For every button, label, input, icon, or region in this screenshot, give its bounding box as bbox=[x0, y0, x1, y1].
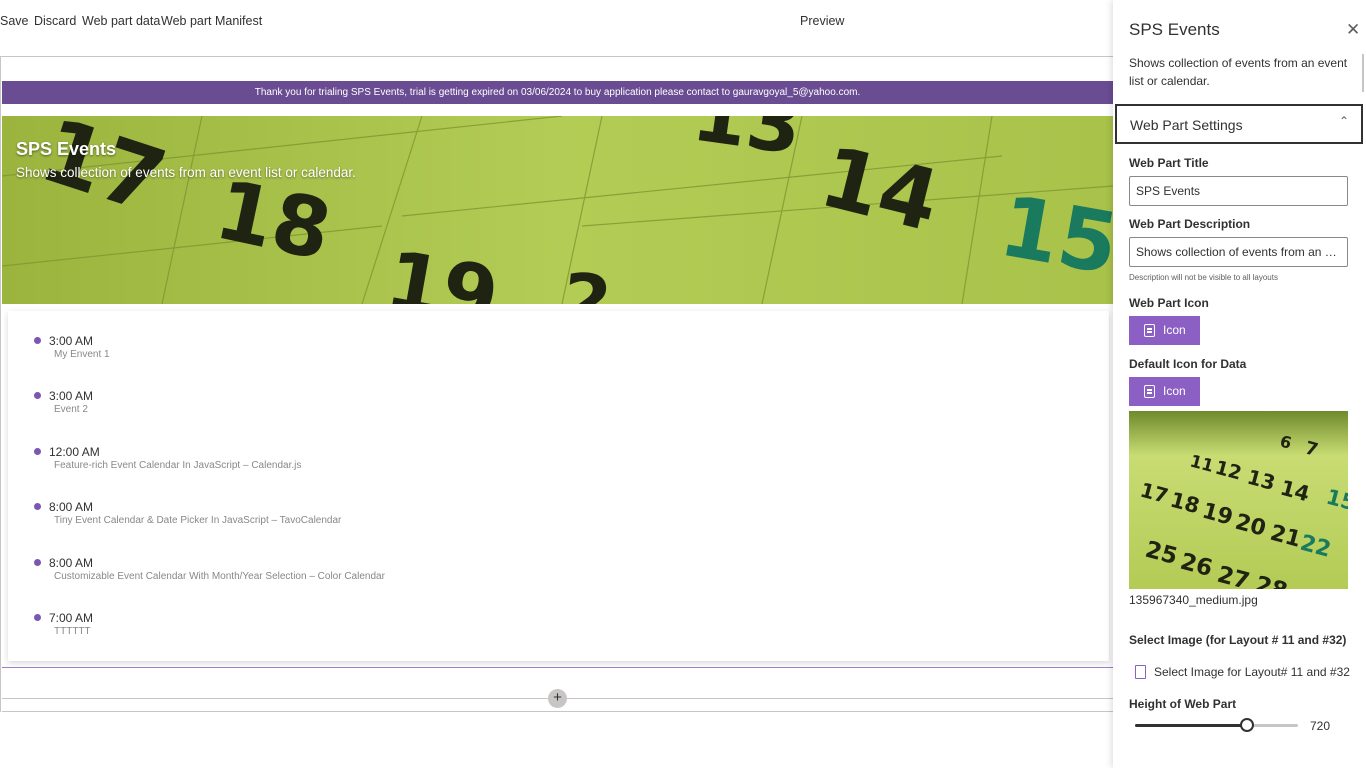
selected-image-preview: 6 7 11 12 13 14 17 18 19 20 21 25 26 27 … bbox=[1129, 411, 1348, 589]
event-time: 12:00 AM bbox=[49, 445, 100, 459]
calendar-icon bbox=[1144, 385, 1155, 398]
event-time: 3:00 AM bbox=[49, 389, 94, 403]
icon-button-label: Icon bbox=[1163, 384, 1186, 398]
chevron-up-icon: ⌃ bbox=[1339, 114, 1350, 128]
calendar-thumbnail-image: 6 7 11 12 13 14 17 18 19 20 21 25 26 27 … bbox=[1129, 411, 1348, 589]
event-time: 8:00 AM bbox=[49, 500, 94, 514]
web-part-icon-label: Web Part Icon bbox=[1129, 296, 1209, 310]
bullet-icon bbox=[34, 503, 41, 510]
scrollbar[interactable] bbox=[1362, 54, 1364, 92]
bullet-icon bbox=[34, 614, 41, 621]
web-part-manifest-button[interactable]: Web part Manifest bbox=[161, 14, 262, 28]
save-button[interactable]: Save bbox=[0, 14, 29, 28]
bullet-icon bbox=[34, 559, 41, 566]
add-section-button[interactable]: + bbox=[548, 689, 567, 708]
event-title[interactable]: Event 2 bbox=[54, 404, 88, 415]
web-part-title: SPS Events bbox=[16, 139, 117, 159]
web-part-title-input[interactable]: SPS Events bbox=[1129, 176, 1348, 206]
height-label: Height of Web Part bbox=[1129, 697, 1237, 711]
select-image-link-label: Select Image for Layout# 11 and #32 bbox=[1154, 665, 1350, 679]
description-hint: Description will not be visible to all l… bbox=[1129, 273, 1278, 282]
default-icon-label: Default Icon for Data bbox=[1129, 357, 1247, 371]
default-icon-button[interactable]: Icon bbox=[1129, 377, 1200, 406]
web-part-description: Shows collection of events from an event… bbox=[16, 165, 356, 180]
height-slider[interactable] bbox=[1135, 718, 1298, 732]
select-image-label: Select Image (for Layout # 11 and #32) bbox=[1129, 633, 1347, 647]
plus-icon: + bbox=[553, 689, 562, 706]
command-bar: Save Discard Web part data Web part Mani… bbox=[0, 0, 1113, 42]
bullet-icon bbox=[34, 337, 41, 344]
icon-button-label: Icon bbox=[1163, 323, 1186, 337]
slider-thumb[interactable] bbox=[1240, 718, 1255, 732]
property-pane: SPS Events ✕ Shows collection of events … bbox=[1113, 0, 1366, 768]
web-part-description-input[interactable]: Shows collection of events from an event… bbox=[1129, 237, 1348, 267]
event-time: 7:00 AM bbox=[49, 611, 94, 625]
web-part-icon-button[interactable]: Icon bbox=[1129, 316, 1200, 345]
hero-banner: 17 18 19 13 14 2 15 SPS Events Shows col… bbox=[2, 116, 1113, 304]
trial-banner: Thank you for trialing SPS Events, trial… bbox=[2, 81, 1113, 104]
image-filename: 135967340_medium.jpg bbox=[1129, 593, 1258, 607]
discard-button[interactable]: Discard bbox=[34, 14, 76, 28]
svg-text:2: 2 bbox=[558, 257, 615, 304]
event-title[interactable]: My Envent 1 bbox=[54, 349, 110, 360]
web-part-title-label: Web Part Title bbox=[1129, 156, 1209, 170]
event-title[interactable]: Customizable Event Calendar With Month/Y… bbox=[54, 571, 385, 582]
document-image-icon bbox=[1135, 665, 1146, 679]
section-divider bbox=[2, 667, 1113, 668]
web-part-settings-group-header[interactable]: Web Part Settings ⌃ bbox=[1115, 104, 1363, 144]
pane-title: SPS Events bbox=[1129, 20, 1220, 39]
event-title[interactable]: TTTTTT bbox=[54, 626, 91, 637]
svg-text:15: 15 bbox=[993, 177, 1113, 294]
bullet-icon bbox=[34, 392, 41, 399]
event-list: 3:00 AM My Envent 1 3:00 AM Event 2 12:0… bbox=[8, 311, 1109, 661]
event-time: 8:00 AM bbox=[49, 556, 94, 570]
calendar-icon bbox=[1144, 324, 1155, 337]
event-time: 3:00 AM bbox=[49, 334, 94, 348]
event-title[interactable]: Feature-rich Event Calendar In JavaScrip… bbox=[54, 460, 301, 471]
close-icon[interactable]: ✕ bbox=[1346, 20, 1360, 40]
calendar-background-image: 17 18 19 13 14 2 15 bbox=[2, 116, 1113, 304]
pane-description: Shows collection of events from an event… bbox=[1129, 56, 1348, 88]
web-part-data-button[interactable]: Web part data bbox=[82, 14, 160, 28]
preview-button[interactable]: Preview bbox=[800, 14, 844, 28]
group-header-label: Web Part Settings bbox=[1130, 117, 1243, 133]
section-divider bbox=[2, 711, 1113, 712]
web-part-description-label: Web Part Description bbox=[1129, 217, 1251, 231]
slider-fill bbox=[1135, 724, 1248, 727]
event-title[interactable]: Tiny Event Calendar & Date Picker In Jav… bbox=[54, 515, 341, 526]
bullet-icon bbox=[34, 448, 41, 455]
height-value: 720 bbox=[1310, 719, 1331, 733]
